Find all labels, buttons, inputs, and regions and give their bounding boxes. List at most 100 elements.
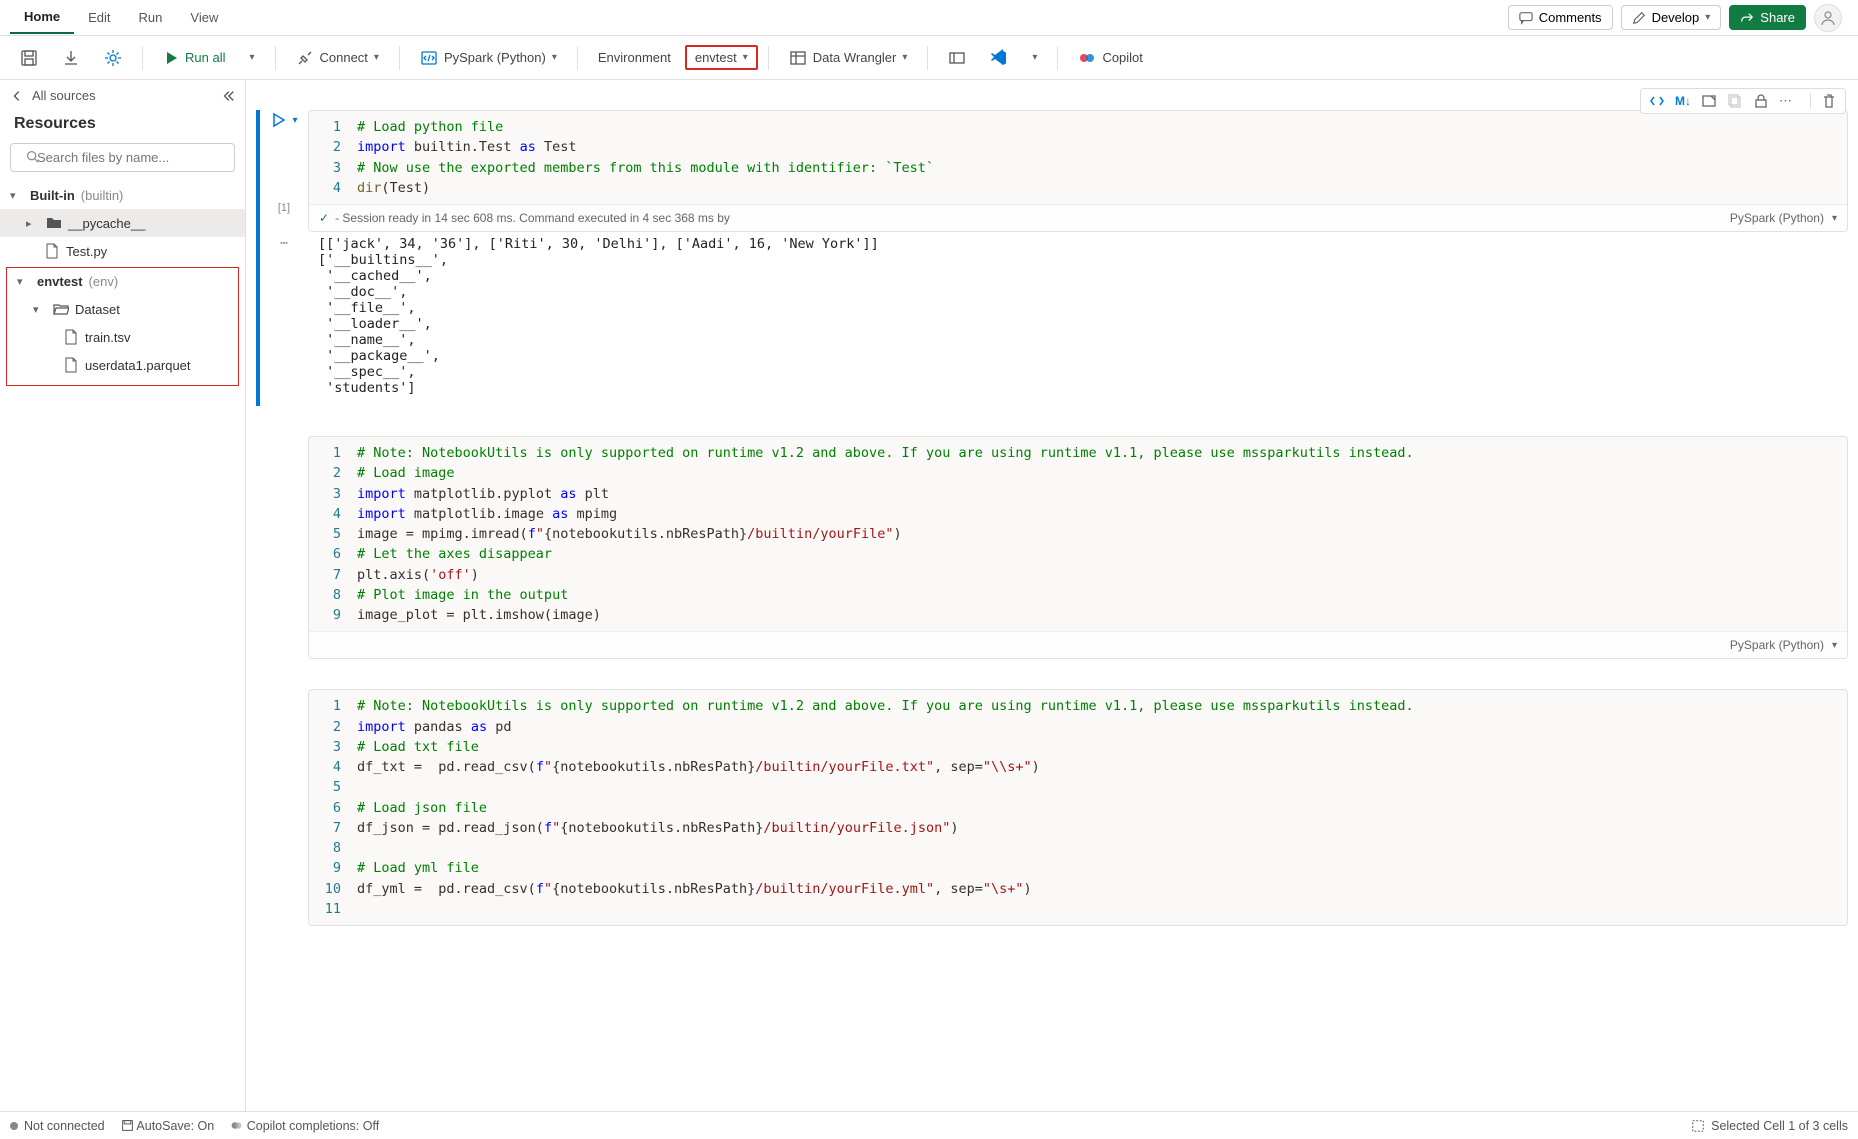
share-label: Share	[1760, 10, 1795, 25]
download-icon[interactable]	[52, 44, 90, 72]
data-wrangler-icon	[789, 49, 807, 67]
folder-open-icon	[53, 301, 69, 317]
run-cell-icon[interactable]	[270, 112, 286, 128]
comments-label: Comments	[1539, 10, 1602, 25]
environment-selector[interactable]: envtest ▾	[685, 45, 758, 70]
resources-title: Resources	[0, 111, 245, 143]
tree-builtin[interactable]: ▾ Built-in (builtin)	[0, 182, 245, 209]
back-button[interactable]	[10, 89, 24, 103]
toolbar: Run all ▾ Connect ▾ PySpark (Python) ▾ E…	[0, 36, 1858, 80]
train-label: train.tsv	[85, 330, 131, 345]
builtin-label: Built-in	[30, 188, 75, 203]
code-cell-3[interactable]: 1# Note: NotebookUtils is only supported…	[308, 689, 1848, 926]
tab-home[interactable]: Home	[10, 1, 74, 34]
cell-lang[interactable]: PySpark (Python)	[1730, 211, 1824, 225]
chevron-down-icon[interactable]: ▾	[1832, 640, 1837, 651]
data-wrangler-button[interactable]: Data Wrangler ▾	[779, 44, 918, 72]
output-more-icon[interactable]: ⋯	[260, 232, 308, 406]
cell-toolbar: M↓ ⋯	[1640, 88, 1846, 114]
select-cells-icon[interactable]	[1691, 1119, 1705, 1133]
pyspark-icon	[420, 49, 438, 67]
lock-icon[interactable]	[1753, 93, 1769, 109]
tab-edit[interactable]: Edit	[74, 2, 124, 33]
run-all-label: Run all	[185, 50, 225, 65]
selected-cell-text: Selected Cell 1 of 3 cells	[1711, 1119, 1848, 1133]
connection-status[interactable]: Not connected	[10, 1119, 105, 1133]
chevron-down-icon[interactable]: ▾	[1832, 213, 1837, 224]
check-icon: ✓	[319, 211, 329, 225]
tree-train[interactable]: train.tsv	[7, 323, 238, 351]
settings-icon[interactable]	[94, 44, 132, 72]
autosave-status[interactable]: AutoSave: On	[121, 1119, 215, 1133]
share-button[interactable]: Share	[1729, 5, 1806, 30]
cell-output: [['jack', 34, '36'], ['Riti', 30, 'Delhi…	[308, 232, 889, 406]
run-dropdown-icon[interactable]: ▾	[292, 115, 297, 126]
folder-icon	[46, 215, 62, 231]
file-icon	[63, 357, 79, 373]
envtest-highlight-box: ▾ envtest (env) ▾ Dataset train.tsv	[6, 267, 239, 386]
environment-label: Environment	[588, 45, 681, 70]
comments-button[interactable]: Comments	[1508, 5, 1613, 30]
develop-button[interactable]: Develop ▾	[1621, 5, 1722, 30]
code-cell-1[interactable]: 1# Load python file2import builtin.Test …	[308, 110, 1848, 232]
avatar[interactable]	[1814, 4, 1842, 32]
convert-code-icon[interactable]	[1649, 93, 1665, 109]
data-wrangler-label: Data Wrangler	[813, 50, 897, 65]
copilot-label: Copilot	[1102, 50, 1142, 65]
share-icon	[1740, 11, 1754, 25]
save-icon[interactable]	[10, 44, 48, 72]
file-icon	[44, 243, 60, 259]
testpy-label: Test.py	[66, 244, 107, 259]
notebook-area: M↓ ⋯ ▾	[246, 80, 1858, 1111]
copilot-status[interactable]: Copilot completions: Off	[230, 1119, 379, 1133]
develop-label: Develop	[1652, 10, 1700, 25]
more-icon[interactable]: ⋯	[1779, 93, 1794, 109]
userdata-label: userdata1.parquet	[85, 358, 191, 373]
copilot-icon	[1078, 49, 1096, 67]
chevron-down-icon: ▾	[10, 189, 24, 202]
dataset-label: Dataset	[75, 302, 120, 317]
chevron-down-icon: ▾	[374, 52, 379, 63]
tab-run[interactable]: Run	[125, 2, 177, 33]
chevron-down-icon: ▾	[743, 52, 748, 63]
code-cell-2[interactable]: 1# Note: NotebookUtils is only supported…	[308, 436, 1848, 659]
cell-lang[interactable]: PySpark (Python)	[1730, 638, 1824, 652]
pencil-icon	[1632, 11, 1646, 25]
search-input[interactable]	[10, 143, 235, 172]
file-icon	[63, 329, 79, 345]
all-sources-label[interactable]: All sources	[32, 88, 96, 103]
envtest-suffix: (env)	[89, 274, 119, 289]
connect-label: Connect	[320, 50, 368, 65]
tree-testpy[interactable]: Test.py	[0, 237, 245, 265]
language-selector[interactable]: PySpark (Python) ▾	[410, 44, 567, 72]
copilot-button[interactable]: Copilot	[1068, 44, 1152, 72]
chevron-right-icon: ▸	[26, 217, 40, 230]
run-all-button[interactable]: Run all	[153, 45, 235, 71]
chevron-down-icon: ▾	[33, 303, 47, 316]
delete-icon[interactable]	[1810, 93, 1837, 109]
tab-view[interactable]: View	[176, 2, 232, 33]
run-all-dropdown[interactable]: ▾	[239, 47, 264, 68]
connect-button[interactable]: Connect ▾	[286, 44, 389, 72]
cell-settings-icon[interactable]	[1701, 93, 1717, 109]
exec-count: [1]	[278, 202, 290, 214]
vscode-dropdown[interactable]: ▾	[1022, 47, 1047, 68]
chevron-down-icon: ▾	[17, 275, 31, 288]
vscode-icon[interactable]	[980, 44, 1018, 72]
tree-envtest[interactable]: ▾ envtest (env)	[7, 268, 238, 295]
tree-pycache[interactable]: ▸ __pycache__	[0, 209, 245, 237]
tree-userdata[interactable]: userdata1.parquet	[7, 351, 238, 379]
cell-status-row: ✓ - Session ready in 14 sec 608 ms. Comm…	[309, 204, 1847, 231]
cell-status-row: PySpark (Python) ▾	[309, 631, 1847, 658]
comment-icon	[1519, 11, 1533, 25]
tree-dataset[interactable]: ▾ Dataset	[7, 295, 238, 323]
copy-icon[interactable]	[1727, 93, 1743, 109]
envtest-label: envtest	[695, 50, 737, 65]
frame-icon[interactable]	[938, 44, 976, 72]
markdown-icon[interactable]: M↓	[1675, 94, 1691, 108]
sidebar: All sources Resources ▾ Built-in (builti…	[0, 80, 246, 1111]
collapse-sidebar-icon[interactable]	[221, 89, 235, 103]
top-menu: Home Edit Run View Comments Develop ▾ Sh…	[0, 0, 1858, 36]
language-label: PySpark (Python)	[444, 50, 546, 65]
chevron-down-icon: ▾	[552, 52, 557, 63]
